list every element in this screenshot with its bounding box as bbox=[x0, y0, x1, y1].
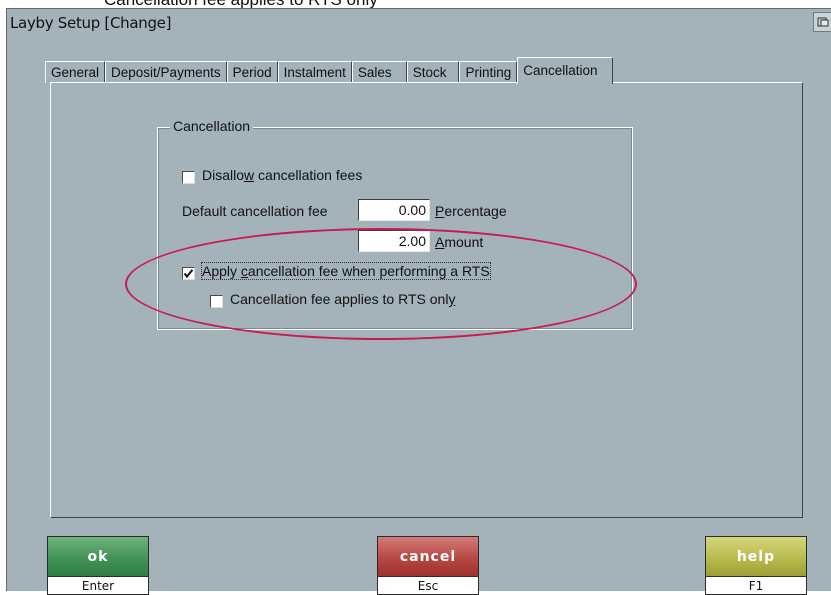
tab-deposit-payments[interactable]: Deposit/Payments bbox=[105, 61, 227, 83]
ok-button[interactable]: ok Enter bbox=[47, 536, 149, 595]
ok-button-label: ok bbox=[48, 537, 148, 576]
tab-strip: General Deposit/Payments Period Instalme… bbox=[45, 57, 613, 84]
cancellation-group: Cancellation Disallow cancellation fees … bbox=[157, 118, 633, 330]
window-menu-button[interactable] bbox=[813, 12, 831, 32]
percentage-label: Percentage bbox=[435, 203, 507, 219]
tab-cancellation[interactable]: Cancellation bbox=[517, 57, 613, 84]
tab-period[interactable]: Period bbox=[226, 61, 278, 83]
tab-printing[interactable]: Printing bbox=[459, 61, 518, 83]
apply-rts-label[interactable]: Apply cancellation fee when performing a… bbox=[201, 262, 491, 280]
cancel-shortcut: Esc bbox=[378, 576, 478, 594]
help-button-label: help bbox=[706, 537, 806, 576]
window-title: Layby Setup [Change] bbox=[10, 14, 172, 32]
tab-general[interactable]: General bbox=[45, 61, 106, 83]
cancel-button-label: cancel bbox=[378, 537, 478, 576]
cancel-button[interactable]: cancel Esc bbox=[377, 536, 479, 595]
help-button[interactable]: help F1 bbox=[705, 536, 807, 595]
rts-only-checkbox[interactable] bbox=[210, 295, 223, 308]
help-shortcut: F1 bbox=[706, 576, 806, 594]
window-icon bbox=[817, 17, 829, 27]
tab-sales[interactable]: Sales bbox=[351, 61, 407, 83]
disallow-fees-checkbox[interactable] bbox=[182, 171, 195, 184]
group-title: Cancellation bbox=[170, 118, 254, 134]
checkmark-icon bbox=[183, 269, 194, 279]
tab-instalment[interactable]: Instalment bbox=[277, 61, 352, 83]
amount-label: Amount bbox=[435, 234, 484, 250]
percentage-field[interactable]: 0.00 bbox=[358, 199, 430, 221]
cancellation-panel: Cancellation Disallow cancellation fees … bbox=[50, 82, 803, 518]
amount-field[interactable]: 2.00 bbox=[358, 230, 430, 252]
ok-shortcut: Enter bbox=[48, 576, 148, 594]
disallow-fees-label[interactable]: Disallow cancellation fees bbox=[202, 167, 362, 183]
tab-stock[interactable]: Stock bbox=[406, 61, 460, 83]
layby-setup-window: Layby Setup [Change] General Deposit/Pay… bbox=[6, 8, 831, 595]
rts-only-label[interactable]: Cancellation fee applies to RTS only bbox=[230, 291, 455, 307]
apply-rts-checkbox[interactable] bbox=[182, 267, 195, 280]
default-fee-label: Default cancellation fee bbox=[182, 203, 328, 219]
title-bar: Layby Setup [Change] bbox=[7, 9, 831, 37]
